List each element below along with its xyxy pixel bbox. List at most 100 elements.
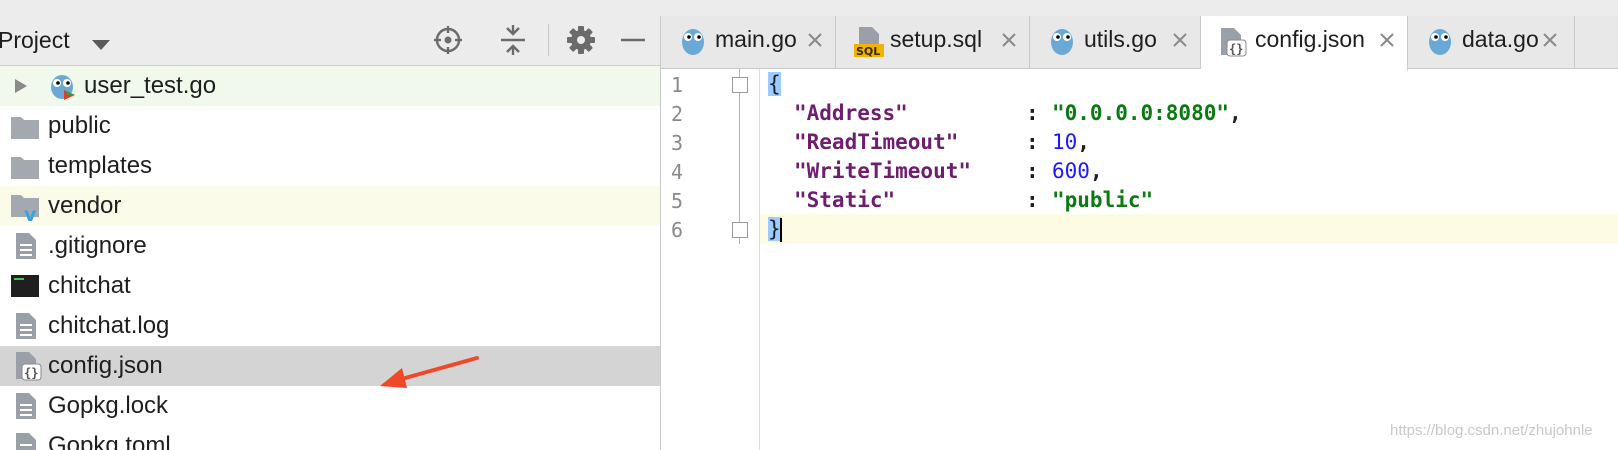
locate-icon[interactable] bbox=[432, 24, 464, 56]
tab-label: setup.sql bbox=[890, 26, 983, 52]
text-file-icon bbox=[16, 313, 36, 339]
annotation-arrow bbox=[380, 356, 479, 388]
code-line-1: { bbox=[760, 69, 1618, 99]
minimize-icon[interactable] bbox=[617, 24, 649, 56]
expand-arrow-icon[interactable] bbox=[13, 78, 29, 94]
code-line-5: "Static": "public" bbox=[760, 185, 1618, 215]
tree-item-public[interactable]: public bbox=[0, 106, 660, 146]
go-gopher-icon bbox=[1051, 29, 1073, 55]
json-value-wrap: 600, bbox=[1052, 156, 1103, 186]
toolbar-separator bbox=[548, 24, 549, 56]
text-caret bbox=[779, 218, 782, 242]
fold-guide-line bbox=[739, 69, 740, 244]
json-colon: : bbox=[1026, 130, 1039, 154]
chevron-down-icon[interactable] bbox=[92, 40, 110, 50]
json-comma: , bbox=[1089, 159, 1103, 183]
tab-label: utils.go bbox=[1084, 26, 1157, 52]
close-icon[interactable] bbox=[807, 32, 823, 48]
tab-setup-sql[interactable]: SQL setup.sql bbox=[836, 16, 1030, 68]
close-icon[interactable] bbox=[1542, 32, 1558, 48]
json-string-value: "public" bbox=[1052, 188, 1154, 212]
tree-item-gitignore[interactable]: .gitignore bbox=[0, 226, 660, 266]
go-gopher-icon bbox=[1429, 29, 1451, 55]
json-open-brace: { bbox=[768, 72, 781, 96]
tree-item-gopkg-lock[interactable]: Gopkg.lock bbox=[0, 386, 660, 426]
tab-label: data.go bbox=[1462, 26, 1539, 52]
tree-item-label: Gopkg.toml bbox=[48, 432, 171, 450]
text-file-icon bbox=[16, 233, 36, 259]
tab-label: config.json bbox=[1255, 26, 1365, 52]
tree-item-label: public bbox=[48, 112, 111, 139]
folder-icon bbox=[11, 157, 39, 179]
json-value-wrap: 10, bbox=[1052, 127, 1090, 157]
svg-text:v: v bbox=[24, 204, 37, 222]
tree-item-label: chitchat bbox=[48, 272, 131, 299]
json-colon: : bbox=[1026, 188, 1039, 212]
vendor-folder-icon: v bbox=[11, 195, 39, 222]
svg-text:SQL: SQL bbox=[856, 45, 880, 58]
tree-item-label: chitchat.log bbox=[48, 312, 170, 339]
watermark: https://blog.csdn.net/zhujohnle bbox=[1390, 422, 1593, 439]
gear-icon[interactable] bbox=[565, 24, 597, 56]
tab-config-json[interactable]: {} config.json bbox=[1201, 16, 1408, 72]
code-line-2: "Address": "0.0.0.0:8080", bbox=[760, 98, 1618, 128]
tree-item-templates[interactable]: templates bbox=[0, 146, 660, 186]
json-file-icon: {} bbox=[1221, 28, 1247, 57]
text-file-icon bbox=[16, 433, 36, 450]
code-line-6-current: } bbox=[760, 214, 1618, 244]
json-key: "Static" bbox=[794, 188, 896, 212]
tree-item-label: user_test.go bbox=[84, 72, 217, 99]
line-number: 5 bbox=[671, 189, 684, 213]
line-number: 3 bbox=[671, 131, 684, 155]
project-view-title[interactable]: Project bbox=[0, 27, 70, 54]
json-key: "WriteTimeout" bbox=[794, 159, 972, 183]
code-editor[interactable]: { "Address": "0.0.0.0:8080", "ReadTimeout… bbox=[760, 69, 1618, 450]
json-string-value: "0.0.0.0:8080" bbox=[1052, 101, 1230, 125]
go-test-file-icon bbox=[51, 75, 75, 100]
tab-data-go[interactable]: data.go bbox=[1408, 16, 1575, 68]
line-number: 1 bbox=[671, 73, 684, 97]
tree-item-chitchat[interactable]: chitchat bbox=[0, 266, 660, 306]
line-number: 2 bbox=[671, 102, 684, 126]
code-line-3: "ReadTimeout":10, bbox=[760, 127, 1618, 157]
json-number-value: 10 bbox=[1052, 130, 1078, 154]
editor-area: main.go SQL setup.sql utils.go {} config… bbox=[661, 16, 1618, 450]
tree-item-config-json[interactable]: {} config.json bbox=[0, 346, 660, 386]
json-number-value: 600 bbox=[1052, 159, 1090, 183]
line-number: 6 bbox=[671, 218, 684, 242]
close-icon[interactable] bbox=[1379, 32, 1395, 48]
tree-item-gopkg-toml[interactable]: Gopkg.toml bbox=[0, 426, 660, 450]
fold-toggle-icon[interactable] bbox=[732, 77, 748, 93]
tree-item-chitchat-log[interactable]: chitchat.log bbox=[0, 306, 660, 346]
svg-text:{}: {} bbox=[1229, 42, 1243, 56]
go-gopher-icon bbox=[682, 29, 704, 55]
fold-toggle-icon[interactable] bbox=[732, 222, 748, 238]
tree-item-label: config.json bbox=[48, 352, 163, 379]
close-icon[interactable] bbox=[1172, 32, 1188, 48]
tab-label: main.go bbox=[715, 26, 797, 52]
json-comma: , bbox=[1077, 130, 1090, 154]
window-top-strip bbox=[0, 0, 1618, 17]
text-file-icon bbox=[16, 393, 36, 419]
tree-item-label: vendor bbox=[48, 192, 122, 219]
tree-item-label: templates bbox=[48, 152, 153, 179]
json-key: "Address" bbox=[794, 101, 908, 125]
tab-main-go[interactable]: main.go bbox=[661, 16, 836, 68]
tab-utils-go[interactable]: utils.go bbox=[1030, 16, 1201, 68]
folder-icon bbox=[11, 117, 39, 139]
json-comma: , bbox=[1229, 101, 1242, 125]
json-file-icon: {} bbox=[16, 352, 42, 381]
svg-text:{}: {} bbox=[24, 366, 38, 380]
sql-file-icon: SQL bbox=[854, 27, 884, 58]
json-colon: : bbox=[1026, 159, 1039, 183]
json-colon: : bbox=[1026, 101, 1039, 125]
line-number: 4 bbox=[671, 160, 684, 184]
tree-item-label: .gitignore bbox=[48, 232, 147, 259]
close-icon[interactable] bbox=[1001, 32, 1017, 48]
collapse-all-icon[interactable] bbox=[497, 24, 529, 56]
json-value-wrap: "0.0.0.0:8080", bbox=[1052, 98, 1242, 128]
project-toolbar: Project bbox=[0, 16, 660, 66]
tree-item-user-test-go[interactable]: user_test.go bbox=[0, 66, 660, 106]
tree-item-vendor[interactable]: v vendor bbox=[0, 186, 660, 226]
json-key: "ReadTimeout" bbox=[794, 130, 959, 154]
